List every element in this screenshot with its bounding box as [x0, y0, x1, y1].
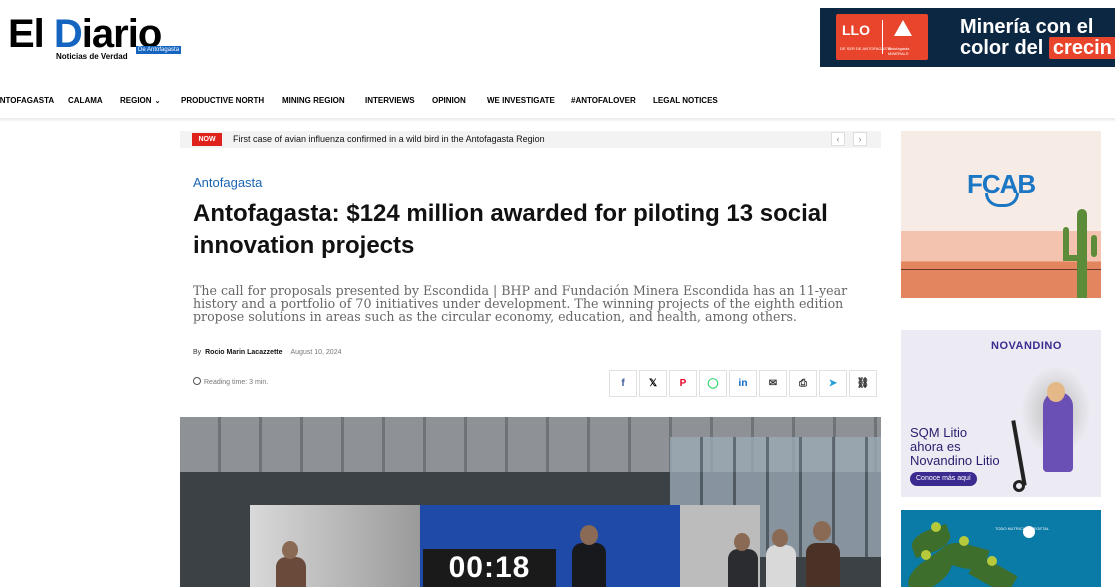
ad-badge-right-text: Antofagasta MINERALS	[888, 46, 910, 56]
author-link[interactable]: Rocio Marin Lacazzette	[205, 349, 282, 356]
hero-person-head	[580, 525, 598, 545]
hero-person-head	[813, 521, 831, 541]
hero-person	[806, 543, 840, 587]
ad-round-logo	[1023, 526, 1035, 538]
chevron-down-icon: ⌄	[154, 98, 161, 105]
cactus-icon	[1077, 209, 1087, 298]
share-buttons: f 𝕏 P ◯ in ✉ ⎙ ➤ ⛓	[609, 370, 877, 397]
ad-headline-line1: Minería con el	[960, 16, 1094, 38]
nav-item-antofagasta[interactable]: ANTOFAGASTA	[0, 96, 54, 105]
ad-tagline: TODO NUTRICIÓN VEGETAL	[995, 526, 1050, 531]
nav-divider	[0, 118, 1115, 122]
email-share-button[interactable]: ✉	[759, 370, 787, 397]
main-nav: ANTOFAGASTA CALAMA REGION ⌄ PRODUCTIVE NO…	[0, 92, 1115, 114]
facebook-share-button[interactable]: f	[609, 370, 637, 397]
nav-item-antofalover[interactable]: #ANTOFALOVER	[571, 96, 636, 105]
pinterest-share-button[interactable]: P	[669, 370, 697, 397]
ad-horizon	[901, 269, 1101, 270]
article-excerpt: The call for proposals presented by Esco…	[193, 283, 848, 324]
ad-fruit	[921, 550, 931, 560]
nav-item-we-investigate[interactable]: WE INVESTIGATE	[487, 96, 555, 105]
linkedin-share-button[interactable]: in	[729, 370, 757, 397]
article-category-link[interactable]: Antofagasta	[193, 175, 262, 190]
sidebar-ad-plants[interactable]: TODO NUTRICIÓN VEGETAL	[901, 510, 1101, 587]
nav-item-region[interactable]: REGION ⌄	[120, 96, 160, 105]
site-logo[interactable]: El Diario De Antofagasta Noticias de Ver…	[8, 12, 184, 62]
nav-item-mining-region[interactable]: MINING REGION	[282, 96, 345, 105]
nav-item-legal-notices[interactable]: LEGAL NOTICES	[653, 96, 718, 105]
hero-person	[766, 545, 796, 587]
facebook-icon: f	[621, 378, 625, 389]
linkedin-icon: in	[738, 378, 748, 389]
cactus-arm	[1063, 255, 1079, 261]
fcab-smile-icon	[985, 193, 1019, 207]
article-hero-image: 00:18	[180, 417, 881, 587]
logo-badge: De Antofagasta	[136, 46, 182, 54]
ticker-headline-link[interactable]: First case of avian influenza confirmed …	[233, 134, 545, 144]
nav-item-opinion[interactable]: OPINION	[432, 96, 466, 105]
sidebar-ad-fcab[interactable]: FCAB	[901, 131, 1101, 298]
cactus-arm	[1091, 235, 1097, 257]
ad-cta-button[interactable]: Conoce más aquí	[910, 472, 977, 486]
email-icon: ✉	[768, 378, 778, 389]
whatsapp-icon: ◯	[707, 378, 719, 389]
x-share-button[interactable]: 𝕏	[639, 370, 667, 397]
article-title: Antofagasta: $124 million awarded for pi…	[193, 200, 828, 259]
telegram-share-button[interactable]: ➤	[819, 370, 847, 397]
hero-countdown: 00:18	[423, 549, 556, 587]
logo-tagline: Noticias de Verdad	[56, 52, 128, 61]
hero-person	[276, 557, 306, 587]
ad-fruit	[959, 536, 969, 546]
ad-woman-figure	[1043, 392, 1073, 472]
sidebar-ad-novandino[interactable]: NOVANDINO SQM Litio ahora es Novandino L…	[901, 330, 1101, 497]
ticker-next-button[interactable]: ›	[853, 132, 867, 146]
ticker-prev-button[interactable]: ‹	[831, 132, 845, 146]
ad-copy-line1: SQM Litio	[910, 425, 968, 440]
x-icon: 𝕏	[648, 378, 658, 389]
nav-item-productive-north[interactable]: PRODUCTIVE NORTH	[181, 96, 264, 105]
hero-person	[572, 543, 606, 587]
ad-headline-line2: color del crecin	[960, 37, 1115, 60]
ad-woman-head	[1047, 382, 1065, 402]
ad-fruit	[987, 556, 997, 566]
nav-item-calama[interactable]: CALAMA	[68, 96, 103, 105]
ad-fruit	[931, 522, 941, 532]
pinterest-icon: P	[679, 378, 687, 389]
ad-copy: SQM Litio ahora es Novandino Litio	[910, 426, 1000, 468]
publish-date: August 10, 2024	[290, 349, 342, 356]
print-button[interactable]: ⎙	[789, 370, 817, 397]
scooter-wheel	[1013, 480, 1025, 492]
hero-person-head	[734, 533, 750, 551]
byline-by: By	[193, 349, 202, 356]
clock-icon	[193, 377, 201, 385]
copy-link-button[interactable]: ⛓	[849, 370, 877, 397]
hero-person-head	[772, 529, 788, 547]
mountain-icon	[894, 20, 912, 36]
ad-copy-line3: Novandino Litio	[910, 453, 1000, 468]
print-icon: ⎙	[799, 378, 807, 389]
novandino-logo: NOVANDINO	[991, 340, 1062, 352]
hero-person-head	[282, 541, 298, 559]
nav-item-interviews[interactable]: INTERVIEWS	[365, 96, 415, 105]
whatsapp-share-button[interactable]: ◯	[699, 370, 727, 397]
telegram-icon: ➤	[828, 378, 838, 389]
top-banner-ad[interactable]: LLO DE SER DE ANTOFAGASTA Antofagasta MI…	[820, 8, 1115, 67]
ad-badge: LLO DE SER DE ANTOFAGASTA Antofagasta MI…	[836, 14, 928, 60]
reading-time: Reading time: 3 min.	[193, 377, 268, 386]
ad-badge-title: LLO	[842, 22, 870, 38]
ticker-now-badge: NOW	[192, 133, 222, 146]
reading-time-text: Reading time: 3 min.	[204, 379, 269, 386]
news-ticker: NOW First case of avian influenza confir…	[180, 131, 881, 148]
ad-copy-line2: ahora es	[910, 439, 961, 454]
hero-person	[728, 549, 758, 587]
ad-badge-left-text: DE SER DE ANTOFAGASTA	[840, 46, 892, 51]
link-icon: ⛓	[856, 378, 870, 389]
article-byline: By Rocio Marin Lacazzette August 10, 202…	[193, 349, 342, 356]
